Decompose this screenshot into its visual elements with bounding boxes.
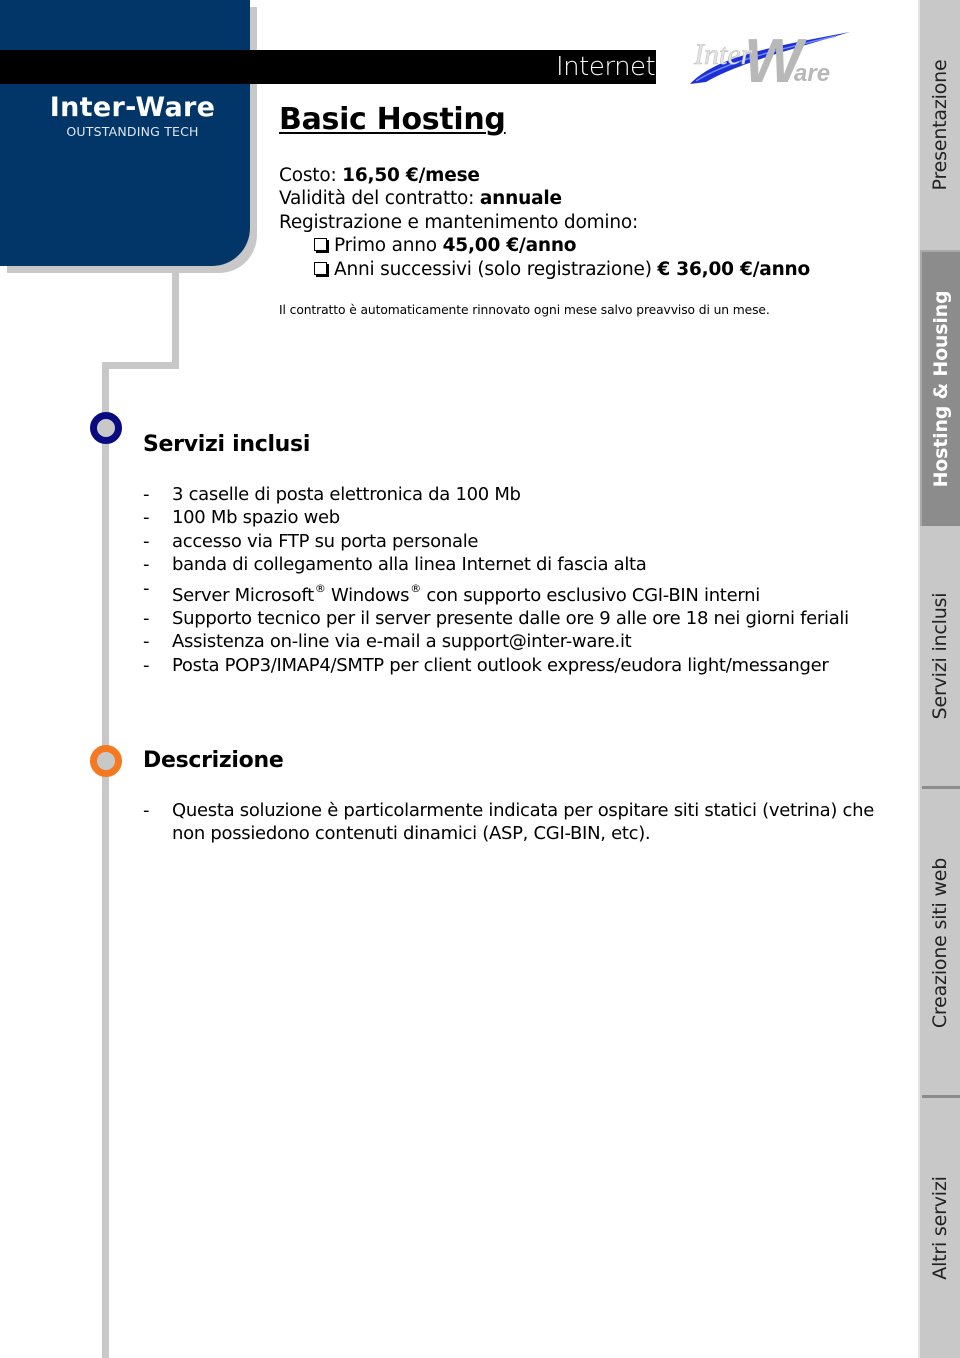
brand-name: Inter-Ware	[49, 92, 216, 123]
logo-are: are	[794, 60, 830, 87]
domain-option-value: € 36,00 €/anno	[657, 259, 811, 280]
dash-bullet: -	[143, 577, 150, 599]
list-item-text: Posta POP3/IMAP4/SMTP per client outlook…	[172, 654, 829, 676]
list-item: - 3 caselle di posta elettronica da 100 M…	[143, 483, 849, 506]
cost-line: Costo: 16,50 €/mese	[279, 164, 480, 187]
list-item: - Posta POP3/IMAP4/SMTP per client outloo…	[143, 654, 849, 677]
list-item: - Supporto tecnico per il server presente…	[143, 607, 849, 630]
inter-ware-logo: W Inter are	[690, 27, 850, 90]
domain-option-value: 45,00 €/anno	[442, 235, 577, 256]
dash-bullet: -	[143, 507, 150, 529]
domain-option-label: Primo anno	[334, 235, 443, 256]
tab-presentazione[interactable]: Presentazione	[920, 0, 960, 250]
tab-label: Creazione siti web	[929, 857, 951, 1028]
validity-line: Validità del contratto: annuale	[279, 187, 562, 210]
tab-creazione-siti-web[interactable]: Creazione siti web	[920, 789, 960, 1096]
list-item-text: Questa soluzione è particolarmente indic…	[172, 800, 874, 845]
connector-line	[102, 362, 179, 369]
cost-value: 16,50 €/mese	[342, 165, 480, 186]
list-item-text-post: con supporto esclusivo CGI-BIN interni	[420, 584, 760, 606]
domain-label: Registrazione e mantenimento domino:	[279, 212, 639, 233]
cost-label: Costo:	[279, 165, 343, 186]
section-bullet-icon	[90, 412, 122, 444]
list-item-text: 100 Mb spazio web	[172, 507, 340, 529]
tab-label: Altri servizi	[929, 1176, 951, 1280]
tab-hosting-housing[interactable]: Hosting & Housing	[920, 250, 960, 526]
dash-bullet: -	[143, 484, 150, 505]
services-heading: Servizi inclusi	[143, 432, 311, 457]
tab-label: Servizi inclusi	[929, 592, 951, 720]
tab-label: Hosting & Housing	[930, 290, 952, 488]
dash-bullet: -	[143, 530, 150, 552]
list-item-text: banda di collegamento alla linea Interne…	[172, 554, 647, 576]
list-item-text: accesso via FTP su porta personale	[172, 530, 479, 552]
list-item: - Assistenza on-line via e-mail a support…	[143, 630, 849, 653]
list-item-text-mid: Windows	[325, 584, 410, 606]
domain-option: Anni successivi (solo registrazione) € 3…	[314, 258, 810, 281]
list-item: - banda di collegamento alla linea Intern…	[143, 553, 849, 576]
connector-line	[172, 272, 179, 368]
renewal-note: Il contratto è automaticamente rinnovato…	[279, 303, 770, 317]
page-title: Basic Hosting	[279, 102, 506, 137]
dash-bullet: -	[143, 654, 150, 676]
registered-mark: ®	[410, 581, 421, 595]
description-list: - Questa soluzione è particolarmente indi…	[143, 799, 892, 846]
validity-value: annuale	[479, 188, 562, 209]
list-item: - Questa soluzione è particolarmente indi…	[143, 799, 892, 846]
dash-bullet: -	[143, 554, 150, 576]
dash-bullet: -	[143, 608, 150, 630]
list-item-text: Supporto tecnico per il server presente …	[172, 608, 849, 630]
list-item-text-pre: Server Microsoft	[172, 584, 314, 606]
checkbox-icon	[314, 262, 327, 275]
list-item: -100 Mb spazio web	[143, 506, 849, 529]
tab-label: Presentazione	[929, 59, 951, 191]
checkbox-icon	[314, 238, 327, 251]
domain-option: Primo anno 45,00 €/anno	[314, 234, 577, 257]
registered-mark: ®	[314, 581, 326, 595]
list-item: - Server Microsoft® Windows® con supporto…	[143, 577, 849, 607]
list-item: - accesso via FTP su porta personale	[143, 530, 849, 553]
tab-altri-servizi[interactable]: Altri servizi	[920, 1098, 960, 1358]
section-label: Internet	[556, 52, 656, 82]
dash-bullet: -	[143, 800, 150, 821]
connector-line	[102, 362, 109, 1358]
list-item-text: 3 caselle di posta elettronica da 100 Mb	[172, 484, 521, 505]
section-bullet-icon	[90, 745, 122, 777]
services-list: - 3 caselle di posta elettronica da 100 M…	[143, 483, 849, 677]
tab-servizi-inclusi[interactable]: Servizi inclusi	[920, 526, 960, 786]
brand-tagline: OUTSTANDING TECH	[66, 124, 199, 139]
validity-label: Validità del contratto:	[279, 188, 480, 209]
logo-inter: Inter	[693, 38, 753, 71]
list-item-text: Assistenza on-line via e-mail a support@…	[172, 631, 632, 653]
dash-bullet: -	[143, 631, 150, 653]
description-heading: Descrizione	[143, 748, 284, 773]
domain-option-label: Anni successivi (solo registrazione)	[334, 259, 658, 280]
